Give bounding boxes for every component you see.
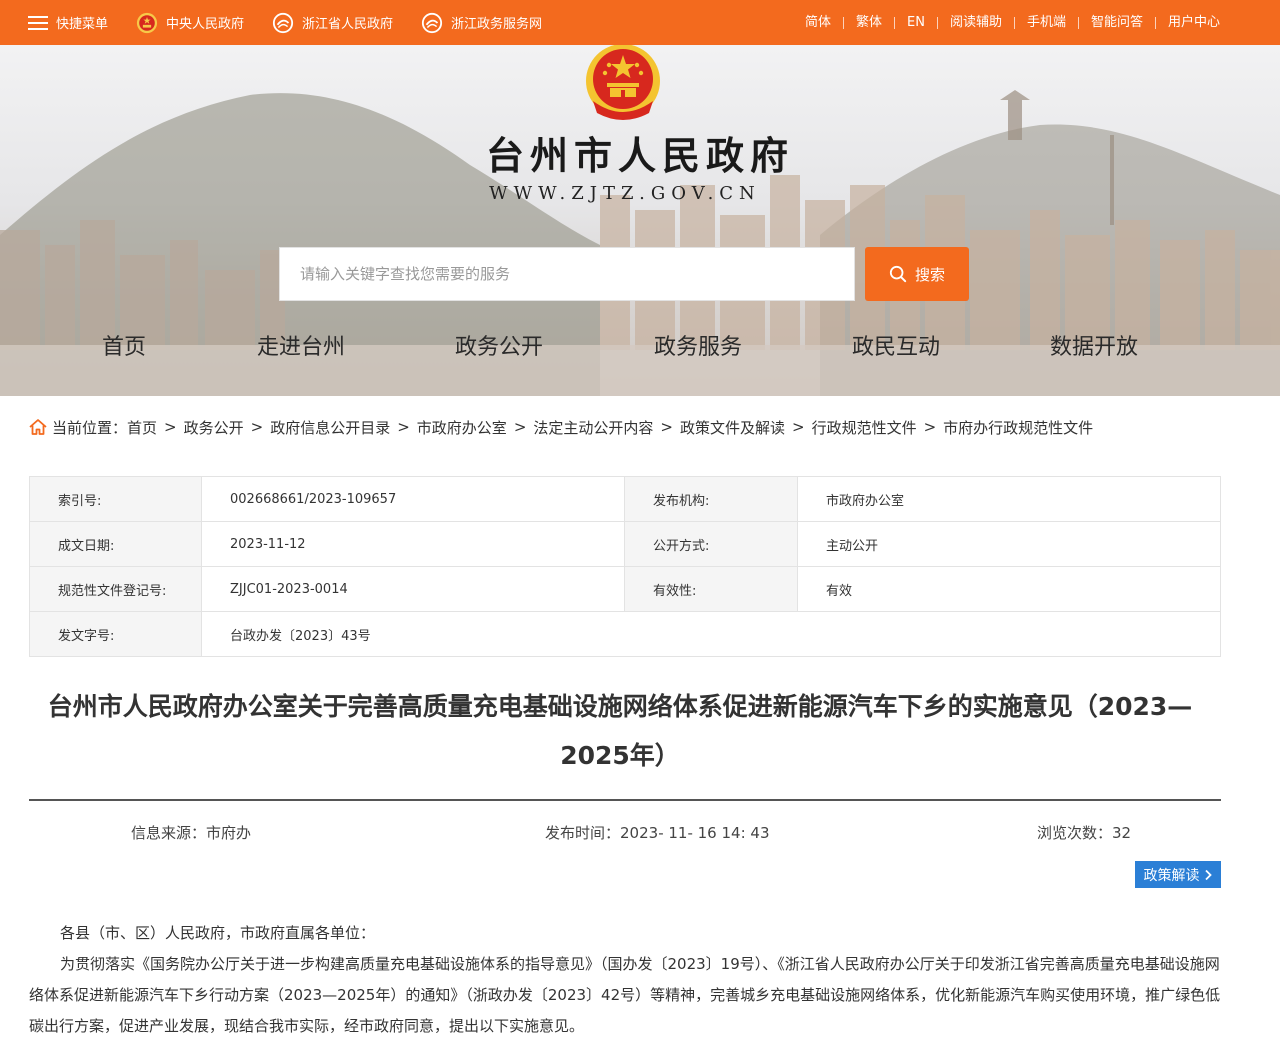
- breadcrumb-separator: >: [397, 418, 410, 436]
- home-icon: [29, 419, 47, 435]
- search-button-label: 搜索: [914, 265, 945, 284]
- national-emblem-large-icon: [586, 45, 660, 120]
- top-bar: 快捷菜单 中央人民政府 浙江省人民政府 浙江政务服务网 简体 繁体 EN 阅读辅…: [0, 0, 1280, 45]
- zhejiang-logo-icon: [272, 12, 294, 33]
- main-navigation: 首页 走进台州 政务公开 政务服务 政民互动 数据开放: [0, 329, 1280, 371]
- site-url: WWW.ZJTZ.GOV.CN: [489, 183, 761, 204]
- breadcrumb-office-normative-docs[interactable]: 市府办行政规范性文件: [943, 417, 1093, 438]
- meta-value-disclosure: 主动公开: [797, 521, 1221, 567]
- breadcrumb-prefix: 当前位置：: [52, 418, 128, 437]
- breadcrumb-separator: >: [250, 418, 264, 436]
- link-simplified[interactable]: 简体: [793, 16, 844, 29]
- table-row: 发文字号: 台政办发〔2023〕43号: [29, 611, 1221, 657]
- document-metadata-table: 索引号: 002668661/2023-109657 发布机构: 市政府办公室 …: [29, 476, 1221, 657]
- link-zhejiang-government-label: 浙江省人民政府: [302, 17, 394, 32]
- breadcrumb-gov-public[interactable]: 政务公开: [184, 417, 244, 438]
- table-row: 规范性文件登记号: ZJJC01-2023-0014 有效性: 有效: [29, 566, 1221, 612]
- meta-key-index: 索引号:: [29, 476, 202, 522]
- quick-menu-label: 快捷菜单: [56, 17, 109, 32]
- meta-value-doc-number: 台政办发〔2023〕43号: [201, 611, 1221, 657]
- meta-value-validity: 有效: [797, 566, 1221, 612]
- breadcrumb-normative-docs[interactable]: 行政规范性文件: [812, 417, 917, 438]
- article-title: 台州市人民政府办公室关于完善高质量充电基础设施网络体系促进新能源汽车下乡的实施意…: [47, 692, 1193, 770]
- meta-value-registration: ZJJC01-2023-0014: [201, 566, 625, 612]
- link-traditional[interactable]: 繁体: [844, 16, 895, 29]
- link-zhejiang-service-label: 浙江政务服务网: [451, 17, 543, 32]
- title-divider: [29, 799, 1221, 801]
- quick-menu-button[interactable]: 快捷菜单: [28, 13, 108, 32]
- info-time-label: 发布时间：: [545, 824, 621, 842]
- breadcrumb: 当前位置： 首页 > 政务公开 > 政府信息公开目录 > 市政府办公室 > 法定…: [28, 416, 1093, 438]
- breadcrumb-separator: >: [792, 418, 805, 436]
- search-input[interactable]: [280, 248, 854, 300]
- link-reading-assist[interactable]: 阅读辅助: [938, 16, 1015, 29]
- table-row: 成文日期: 2023-11-12 公开方式: 主动公开: [29, 521, 1221, 567]
- nav-open-data[interactable]: 数据开放: [1050, 329, 1138, 361]
- meta-value-date: 2023-11-12: [201, 521, 625, 567]
- link-central-government-label: 中央人民政府: [166, 17, 245, 32]
- policy-interpretation-label: 政策解读: [1143, 867, 1200, 884]
- table-row: 索引号: 002668661/2023-109657 发布机构: 市政府办公室: [29, 476, 1221, 522]
- header-banner: 台州市人民政府 WWW.ZJTZ.GOV.CN 搜索 首页 走进台州 政务公开 …: [0, 45, 1280, 396]
- meta-key-validity: 有效性:: [624, 566, 798, 612]
- link-central-government[interactable]: 中央人民政府: [136, 12, 244, 34]
- info-view-count: 浏览次数：32: [1037, 822, 1131, 843]
- nav-interaction[interactable]: 政民互动: [852, 329, 940, 361]
- search-icon: [889, 265, 907, 283]
- chevron-right-icon: [1204, 869, 1212, 880]
- site-title: 台州市人民政府: [485, 133, 794, 178]
- info-source: 信息来源：市府办: [131, 822, 251, 843]
- search-button[interactable]: 搜索: [865, 247, 969, 301]
- link-smart-qa[interactable]: 智能问答: [1079, 16, 1156, 29]
- hamburger-menu-icon: [28, 15, 48, 31]
- info-views-label: 浏览次数：: [1037, 824, 1113, 842]
- link-mobile[interactable]: 手机端: [1015, 16, 1079, 29]
- meta-value-index: 002668661/2023-109657: [201, 476, 625, 522]
- info-views-value: 32: [1112, 824, 1132, 842]
- meta-key-disclosure: 公开方式:: [624, 521, 798, 567]
- meta-key-registration: 规范性文件登记号:: [29, 566, 202, 612]
- nav-home[interactable]: 首页: [102, 329, 146, 361]
- article-salutation: 各县（市、区）人民政府，市政府直属各单位：: [60, 924, 376, 942]
- link-english[interactable]: EN: [895, 16, 938, 29]
- meta-key-date: 成文日期:: [29, 521, 202, 567]
- breadcrumb-separator: >: [164, 418, 177, 436]
- breadcrumb-separator: >: [513, 418, 527, 436]
- search-box: [279, 247, 855, 301]
- nav-about-taizhou[interactable]: 走进台州: [257, 329, 345, 361]
- breadcrumb-city-office[interactable]: 市政府办公室: [417, 417, 507, 438]
- link-zhejiang-government[interactable]: 浙江省人民政府: [272, 12, 393, 34]
- info-time-value: 2023- 11- 16 14: 43: [620, 824, 770, 842]
- nav-gov-affairs-public[interactable]: 政务公开: [455, 329, 543, 361]
- breadcrumb-policy-docs[interactable]: 政策文件及解读: [680, 417, 785, 438]
- service-network-logo-icon: [421, 12, 443, 33]
- breadcrumb-home[interactable]: 首页: [127, 417, 157, 438]
- meta-key-publisher: 发布机构:: [624, 476, 798, 522]
- link-zhejiang-service[interactable]: 浙江政务服务网: [421, 12, 542, 34]
- info-source-value: 市府办: [206, 824, 252, 842]
- breadcrumb-separator: >: [923, 418, 937, 436]
- article-paragraph: 为贯彻落实《国务院办公厅关于进一步构建高质量充电基础设施体系的指导意见》（国办发…: [29, 955, 1221, 1035]
- info-publish-time: 发布时间：2023- 11- 16 14: 43: [545, 822, 770, 843]
- info-source-label: 信息来源：: [131, 824, 207, 842]
- nav-gov-services[interactable]: 政务服务: [654, 329, 742, 361]
- national-emblem-icon: [136, 12, 158, 33]
- article-body: 各县（市、区）人民政府，市政府直属各单位： 为贯彻落实《国务院办公厅关于进一步构…: [29, 918, 1221, 1042]
- policy-interpretation-button[interactable]: 政策解读: [1135, 861, 1221, 888]
- breadcrumb-info-catalog[interactable]: 政府信息公开目录: [270, 417, 390, 438]
- breadcrumb-separator: >: [660, 418, 673, 436]
- meta-key-doc-number: 发文字号:: [29, 611, 202, 657]
- meta-value-publisher: 市政府办公室: [797, 476, 1221, 522]
- link-user-center[interactable]: 用户中心: [1156, 16, 1220, 29]
- breadcrumb-statutory-content[interactable]: 法定主动公开内容: [533, 417, 653, 438]
